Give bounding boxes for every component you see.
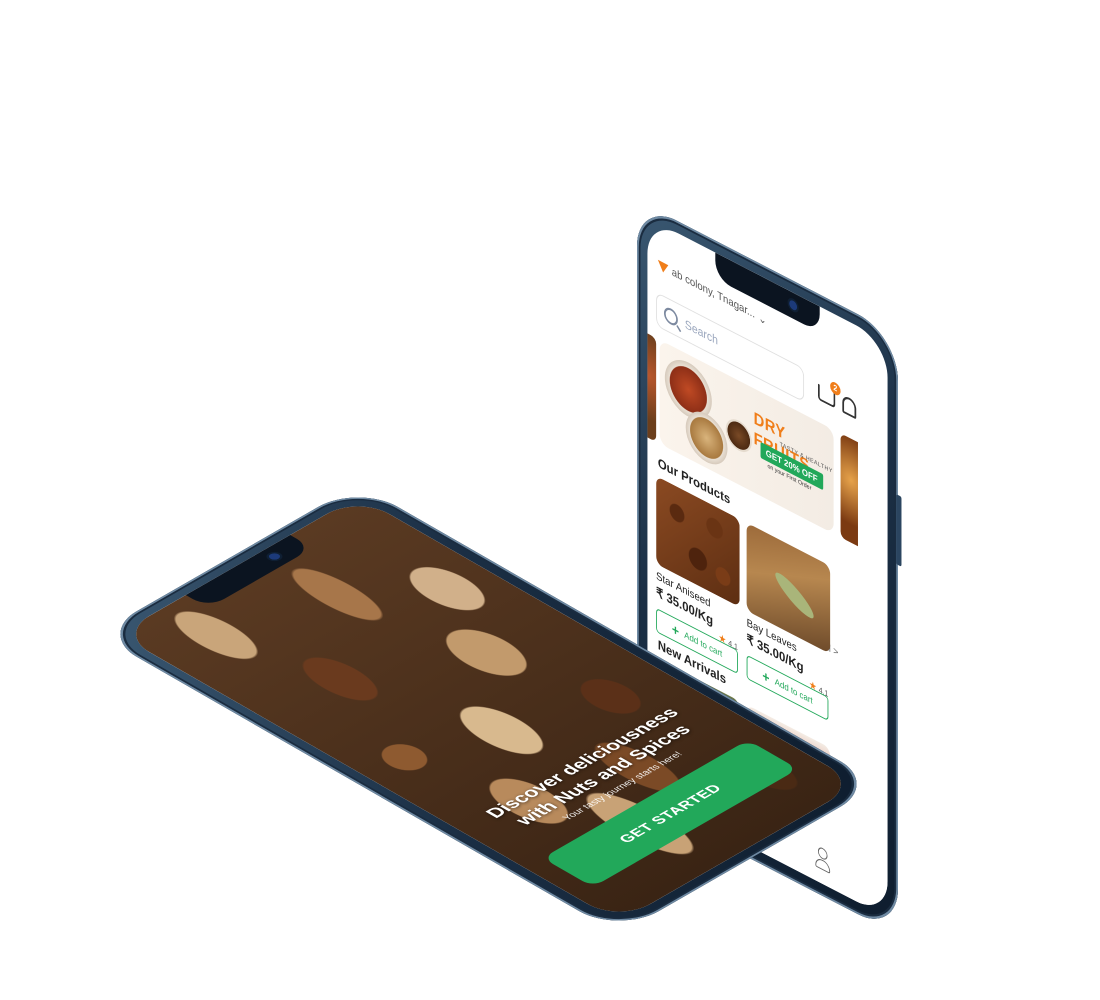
cart-icon[interactable]: 2 [817, 379, 841, 409]
power-button [896, 494, 902, 567]
chevron-down-icon: ⌄ [758, 311, 767, 328]
bowl-image [725, 413, 752, 458]
product-card[interactable]: Bay Leaves ₹ 35.00/Kg ★ 4.1 + Add to car… [746, 522, 831, 722]
bowl-image [685, 403, 728, 473]
camera-icon [789, 298, 798, 312]
search-placeholder: Search [684, 316, 718, 348]
banner-next-peek[interactable] [840, 433, 858, 547]
mockup-stage: ab colony, Tnagar... ⌄ Search 2 DRY FRUI… [0, 0, 1100, 1000]
camera-icon [266, 552, 283, 561]
cart-badge: 2 [830, 379, 841, 398]
profile-icon[interactable] [813, 843, 832, 875]
add-to-cart-label: Add to cart [774, 676, 813, 706]
plus-icon: + [762, 666, 770, 687]
banner-prev-peek[interactable] [647, 332, 657, 442]
bell-icon[interactable] [842, 394, 857, 420]
search-icon [663, 304, 678, 329]
plus-icon: + [671, 620, 680, 640]
location-pin-icon [657, 259, 669, 276]
